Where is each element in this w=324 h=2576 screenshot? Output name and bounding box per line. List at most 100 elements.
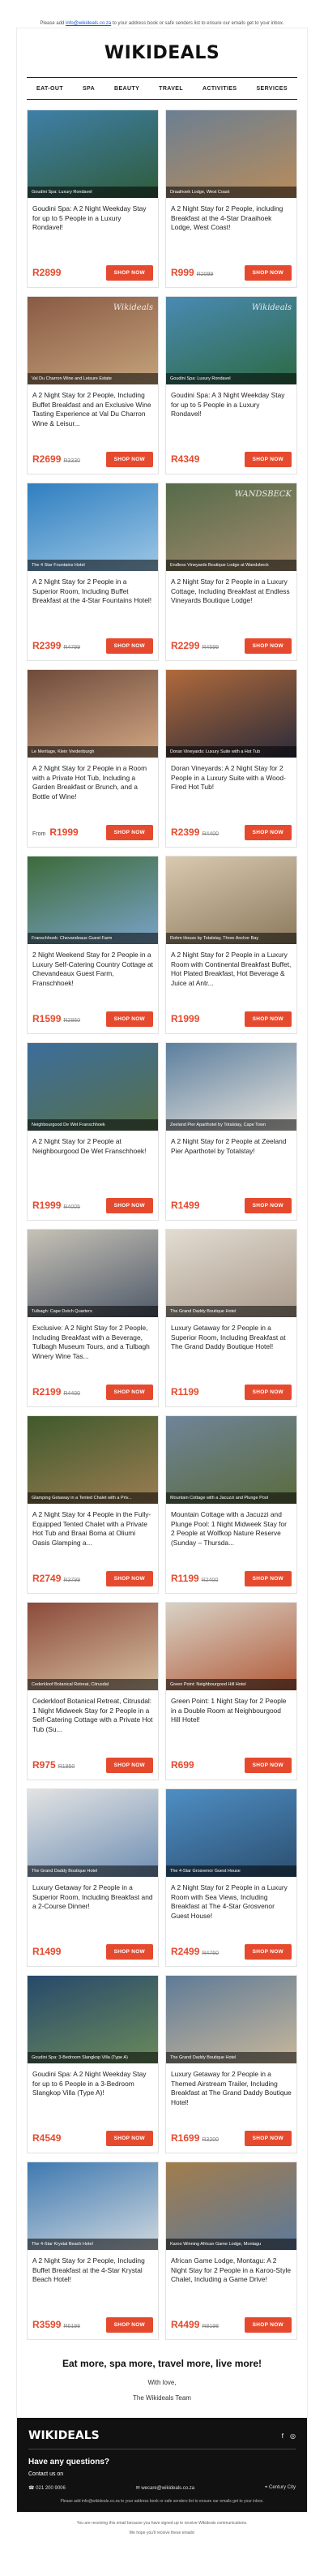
deal-title[interactable]: A 2 Night Stay for 2 People in a Luxury … <box>166 944 296 1009</box>
deal-title[interactable]: Mountain Cottage with a Jacuzzi and Plun… <box>166 1504 296 1569</box>
deal-image[interactable]: Wikideals Goudini Spa: Luxury Rondavel <box>166 297 296 384</box>
deal-image[interactable]: Mountain Cottage with a Jacuzzi and Plun… <box>166 1416 296 1504</box>
deal-card[interactable]: Rohm House by Totalstay, Three Anchor Ba… <box>165 856 297 1034</box>
deal-card[interactable]: The Grand Daddy Boutique Hotel Luxury Get… <box>27 1788 159 1967</box>
deal-title[interactable]: 2 Night Weekend Stay for 2 People in a L… <box>28 944 158 1009</box>
nav-item-activities[interactable]: ACTIVITIES <box>202 86 237 92</box>
deal-image[interactable]: The Grand Daddy Boutique Hotel <box>28 1789 158 1877</box>
deal-card[interactable]: Zeeland Pier Aparthotel by Totalstay, Ca… <box>165 1042 297 1221</box>
shop-now-button[interactable]: SHOP NOW <box>244 638 292 654</box>
deal-image[interactable]: WANDSBECK Endless Vineyards Boutique Lodg… <box>166 483 296 571</box>
deal-card[interactable]: Goudini Spa: Luxury Rondavel Goudini Spa:… <box>27 109 159 288</box>
deal-title[interactable]: Goudini Spa: A 3 Night Weekday Stay for … <box>166 384 296 449</box>
shop-now-button[interactable]: SHOP NOW <box>244 451 292 467</box>
deal-card[interactable]: Tulbagh: Cape Dutch Quarters Exclusive: A… <box>27 1229 159 1407</box>
deal-image[interactable]: Franschhoek: Chevandeaux Guest Farm <box>28 857 158 944</box>
deal-card[interactable]: Glamping Getaway in a Tented Chalet with… <box>27 1415 159 1594</box>
deal-image[interactable]: Zeeland Pier Aparthotel by Totalstay, Ca… <box>166 1043 296 1131</box>
shop-now-button[interactable]: SHOP NOW <box>244 824 292 840</box>
deal-title[interactable]: Cederkloof Botanical Retreat, Citrusdal:… <box>28 1690 158 1755</box>
deal-image[interactable]: Wikideals Val Du Charron Wine and Leisure… <box>28 297 158 384</box>
deal-image[interactable]: Green Point: Neighbourgood Hill Hotel <box>166 1603 296 1690</box>
deal-card[interactable]: The Grand Daddy Boutique Hotel Luxury Get… <box>165 1229 297 1407</box>
shop-now-button[interactable]: SHOP NOW <box>244 2130 292 2146</box>
deal-title[interactable]: Luxury Getaway for 2 People in a Superio… <box>28 1877 158 1942</box>
deal-title[interactable]: A 2 Night Stay for 2 People in a Superio… <box>28 571 158 636</box>
shop-now-button[interactable]: SHOP NOW <box>105 1384 153 1400</box>
deal-title[interactable]: A 2 Night Stay for 2 People at Neighbour… <box>28 1131 158 1196</box>
deal-card[interactable]: Draaihoek Lodge, West Coast A 2 Night Sta… <box>165 109 297 288</box>
shop-now-button[interactable]: SHOP NOW <box>105 1570 153 1586</box>
deal-card[interactable]: Wikideals Val Du Charron Wine and Leisure… <box>27 296 159 474</box>
deal-image[interactable]: Goudini Spa: Luxury Rondavel <box>28 110 158 198</box>
shop-now-button[interactable]: SHOP NOW <box>244 2316 292 2333</box>
wikideals-logo[interactable]: WIKIDEALS <box>104 43 220 63</box>
deal-image[interactable]: Neighbourgood De Wet Franschhoek <box>28 1043 158 1131</box>
deal-image[interactable]: Tulbagh: Cape Dutch Quarters <box>28 1230 158 1317</box>
email-item[interactable]: ✉ wecare@wikideals.co.za <box>136 2485 195 2491</box>
shop-now-button[interactable]: SHOP NOW <box>244 1011 292 1027</box>
shop-now-button[interactable]: SHOP NOW <box>105 638 153 654</box>
deal-image[interactable]: Doran Vineyards: Luxury Suite with a Hot… <box>166 670 296 758</box>
deal-title[interactable]: A 2 Night Stay for 2 People at Zeeland P… <box>166 1131 296 1196</box>
shop-now-button[interactable]: SHOP NOW <box>244 1384 292 1400</box>
deal-title[interactable]: Exclusive: A 2 Night Stay for 2 People, … <box>28 1317 158 1382</box>
shop-now-button[interactable]: SHOP NOW <box>244 1757 292 1773</box>
nav-item-beauty[interactable]: BEAUTY <box>114 86 139 92</box>
deal-card[interactable]: Green Point: Neighbourgood Hill Hotel Gre… <box>165 1602 297 1780</box>
deal-card[interactable]: The 4 Star Fountains Hotel A 2 Night Stay… <box>27 483 159 661</box>
deal-title[interactable]: Doran Vineyards: A 2 Night Stay for 2 Pe… <box>166 758 296 822</box>
deal-title[interactable]: African Game Lodge, Montagu: A 2 Night S… <box>166 2250 296 2315</box>
nav-item-eat-out[interactable]: EAT-OUT <box>36 86 63 92</box>
deal-title[interactable]: A 2 Night Stay for 2 People in a Room wi… <box>28 758 158 822</box>
deal-image[interactable]: Karoo Winning African Game Lodge, Montag… <box>166 2162 296 2250</box>
deal-title[interactable]: Luxury Getaway for 2 People in a Themed … <box>166 2063 296 2128</box>
deal-card[interactable]: The 4-Star Krystal Beach Hotel A 2 Night … <box>27 2162 159 2340</box>
deal-title[interactable]: A 2 Night Stay for 2 People, including B… <box>166 198 296 263</box>
shop-now-button[interactable]: SHOP NOW <box>105 2316 153 2333</box>
shop-now-button[interactable]: SHOP NOW <box>105 451 153 467</box>
deal-title[interactable]: A 2 Night Stay for 2 People, Including B… <box>28 384 158 449</box>
shop-now-button[interactable]: SHOP NOW <box>105 1197 153 1213</box>
shop-now-button[interactable]: SHOP NOW <box>244 264 292 281</box>
deal-image[interactable]: Le Meritage, Klein Vredenburgh <box>28 670 158 758</box>
notice-email-link[interactable]: info@wikideals.co.za <box>66 21 111 26</box>
deal-card[interactable]: Mountain Cottage with a Jacuzzi and Plun… <box>165 1415 297 1594</box>
deal-card[interactable]: Cederkloof Botanical Retreat, Citrusdal C… <box>27 1602 159 1780</box>
deal-title[interactable]: A 2 Night Stay for 2 People in a Luxury … <box>166 571 296 636</box>
deal-card[interactable]: The 4-Star Grosvenor Guest House A 2 Nigh… <box>165 1788 297 1967</box>
nav-item-services[interactable]: SERVICES <box>256 86 287 92</box>
shop-now-button[interactable]: SHOP NOW <box>105 264 153 281</box>
deal-card[interactable]: Franschhoek: Chevandeaux Guest Farm 2 Nig… <box>27 856 159 1034</box>
deal-image[interactable]: Rohm House by Totalstay, Three Anchor Ba… <box>166 857 296 944</box>
shop-now-button[interactable]: SHOP NOW <box>244 1943 292 1960</box>
shop-now-button[interactable]: SHOP NOW <box>105 1011 153 1027</box>
deal-title[interactable]: Goudini Spa: A 2 Night Weekday Stay for … <box>28 198 158 263</box>
deal-card[interactable]: Le Meritage, Klein Vredenburgh A 2 Night … <box>27 669 159 848</box>
shop-now-button[interactable]: SHOP NOW <box>105 2130 153 2146</box>
phone-item[interactable]: ☎ 021 200 9006 <box>28 2485 66 2491</box>
deal-card[interactable]: Doran Vineyards: Luxury Suite with a Hot… <box>165 669 297 848</box>
footer-logo[interactable]: WIKIDEALS <box>28 2429 100 2442</box>
deal-image[interactable]: Cederkloof Botanical Retreat, Citrusdal <box>28 1603 158 1690</box>
deal-image[interactable]: The 4-Star Grosvenor Guest House <box>166 1789 296 1877</box>
shop-now-button[interactable]: SHOP NOW <box>244 1570 292 1586</box>
nav-item-travel[interactable]: TRAVEL <box>159 86 183 92</box>
shop-now-button[interactable]: SHOP NOW <box>244 1197 292 1213</box>
deal-card[interactable]: Neighbourgood De Wet Franschhoek A 2 Nigh… <box>27 1042 159 1221</box>
deal-title[interactable]: A 2 Night Stay for 2 People, Including B… <box>28 2250 158 2315</box>
deal-image[interactable]: Draaihoek Lodge, West Coast <box>166 110 296 198</box>
nav-item-spa[interactable]: SPA <box>83 86 95 92</box>
shop-now-button[interactable]: SHOP NOW <box>105 1757 153 1773</box>
deal-card[interactable]: Wikideals Goudini Spa: Luxury Rondavel Gou… <box>165 296 297 474</box>
deal-card[interactable]: Karoo Winning African Game Lodge, Montag… <box>165 2162 297 2340</box>
deal-card[interactable]: WANDSBECK Endless Vineyards Boutique Lodg… <box>165 483 297 661</box>
shop-now-button[interactable]: SHOP NOW <box>105 1943 153 1960</box>
deal-card[interactable]: Goudini Spa: 3-Bedroom Slangkop Villa (T… <box>27 1975 159 2153</box>
deal-image[interactable]: The Grand Daddy Boutique Hotel <box>166 1230 296 1317</box>
facebook-icon[interactable]: f <box>282 2432 284 2440</box>
deal-title[interactable]: A 2 Night Stay for 2 People in a Luxury … <box>166 1877 296 1942</box>
deal-title[interactable]: Luxury Getaway for 2 People in a Superio… <box>166 1317 296 1382</box>
deal-image[interactable]: The Grand Daddy Boutique Hotel <box>166 1976 296 2063</box>
deal-title[interactable]: Goudini Spa: A 2 Night Weekday Stay for … <box>28 2063 158 2128</box>
